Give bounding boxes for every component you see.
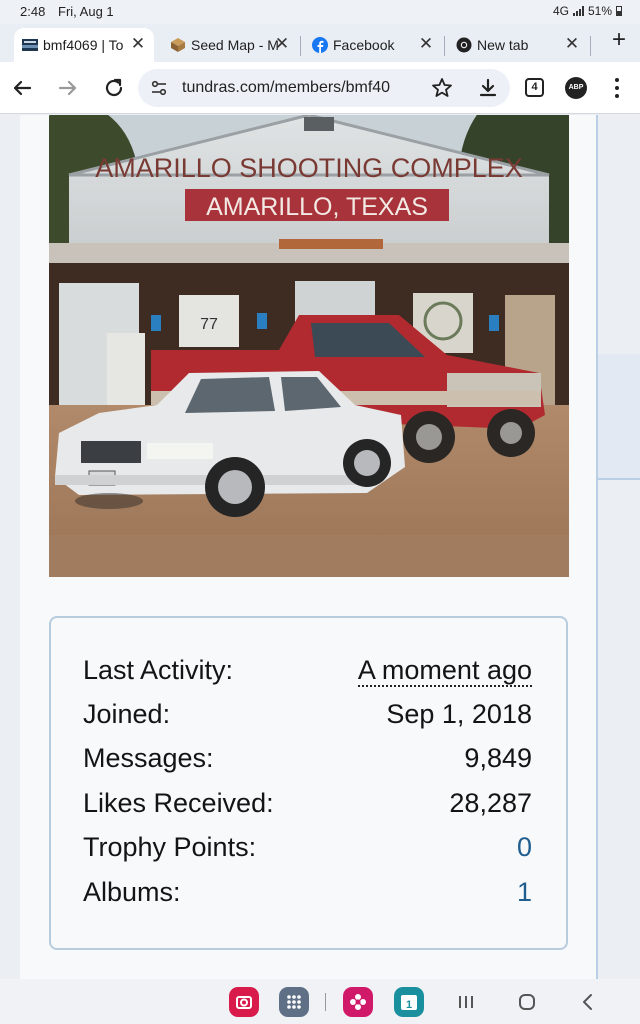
joined-value: Sep 1, 2018 — [386, 699, 532, 729]
facebook-favicon — [312, 37, 328, 53]
status-bar: 2:48 Fri, Aug 1 4G 51% — [0, 0, 640, 24]
tab-seed-map[interactable]: Seed Map - M ✕ — [162, 28, 298, 62]
status-date: Fri, Aug 1 — [58, 4, 114, 19]
stat-row-albums: Albums: 1 — [83, 877, 532, 913]
profile-banner-photo[interactable]: AMARILLO SHOOTING COMPLEX AMARILLO, TEXA… — [49, 115, 569, 577]
sidebar-panel — [598, 354, 640, 480]
stat-label: Likes Received: — [83, 788, 274, 818]
camera-glyph-icon — [236, 996, 252, 1009]
tab-divider — [590, 36, 591, 56]
albums-link[interactable]: 1 — [517, 877, 532, 908]
signal-icon — [572, 6, 584, 16]
tab-bmf4069[interactable]: bmf4069 | To ✕ — [14, 28, 154, 62]
calendar-day: 1 — [406, 999, 412, 1011]
right-sidebar — [596, 115, 640, 979]
tundras-favicon — [22, 39, 38, 51]
battery-icon — [616, 6, 622, 16]
likes-received-value: 28,287 — [449, 788, 532, 818]
site-settings-icon[interactable] — [150, 79, 168, 97]
status-indicators: 4G 51% — [553, 4, 622, 18]
calendar-glyph-icon: 1 — [401, 995, 417, 1011]
shooting-complex-photo: AMARILLO SHOOTING COMPLEX AMARILLO, TEXA… — [49, 115, 569, 577]
gallery-app-icon[interactable] — [343, 987, 373, 1017]
adblock-plus-icon[interactable]: ABP — [565, 77, 587, 99]
status-time: 2:48 — [20, 4, 46, 19]
chrome-favicon — [456, 37, 472, 53]
home-button-icon[interactable] — [514, 989, 540, 1015]
stat-label: Last Activity: — [83, 655, 234, 685]
sign-line-2: AMARILLO, TEXAS — [206, 193, 428, 221]
network-type: 4G — [552, 4, 569, 18]
messages-value: 9,849 — [464, 743, 532, 773]
device-screen: 2:48 Fri, Aug 1 4G 51% bmf4069 | To ✕ Se… — [0, 0, 640, 1024]
download-icon[interactable] — [476, 76, 500, 100]
stat-label: Joined: — [83, 699, 171, 729]
grid-dots-icon — [287, 995, 301, 1009]
tab-title: Facebook — [333, 37, 395, 53]
browser-toolbar: tundras.com/members/bmf40 4 ABP — [0, 62, 640, 114]
back-arrow-icon[interactable] — [10, 76, 34, 100]
close-tab-icon[interactable]: ✕ — [564, 35, 580, 52]
stat-row-last-activity: Last Activity: A moment ago — [83, 655, 532, 691]
tab-title: Seed Map - M — [191, 37, 279, 53]
tab-facebook[interactable]: Facebook ✕ — [304, 28, 442, 62]
more-menu-icon[interactable] — [614, 76, 620, 100]
stat-row-trophy-points: Trophy Points: 0 — [83, 832, 532, 868]
camera-app-icon[interactable] — [229, 987, 259, 1017]
tab-strip: bmf4069 | To ✕ Seed Map - M ✕ Facebook ✕… — [0, 24, 640, 62]
recent-apps-icon[interactable] — [453, 989, 479, 1015]
url-text: tundras.com/members/bmf40 — [182, 79, 391, 96]
tab-title: bmf4069 | To — [43, 37, 124, 53]
reload-icon[interactable] — [102, 76, 126, 100]
forward-arrow-icon[interactable] — [56, 76, 80, 100]
close-tab-icon[interactable]: ✕ — [418, 35, 434, 52]
tab-new-tab[interactable]: New tab ✕ — [448, 28, 588, 62]
dock-divider — [325, 993, 326, 1011]
sign-line-1: AMARILLO SHOOTING COMPLEX — [95, 153, 523, 183]
stat-label: Albums: — [83, 877, 181, 907]
stat-label: Messages: — [83, 743, 214, 773]
stat-row-messages: Messages: 9,849 — [83, 743, 532, 779]
page-viewport[interactable]: AMARILLO SHOOTING COMPLEX AMARILLO, TEXA… — [0, 115, 640, 979]
member-stats-card: Last Activity: A moment ago Joined: Sep … — [49, 616, 568, 950]
android-navigation-bar: 1 — [0, 979, 640, 1024]
close-tab-icon[interactable]: ✕ — [130, 35, 146, 52]
calendar-app-icon[interactable]: 1 — [394, 987, 424, 1017]
address-bar[interactable]: tundras.com/members/bmf40 — [138, 69, 510, 107]
tab-title: New tab — [477, 37, 529, 53]
bookmark-star-icon[interactable] — [430, 76, 454, 100]
stat-row-joined: Joined: Sep 1, 2018 — [83, 699, 532, 735]
last-activity-value[interactable]: A moment ago — [357, 655, 532, 687]
door-sign: 77 — [200, 316, 218, 333]
back-nav-icon[interactable] — [575, 989, 601, 1015]
stat-row-likes-received: Likes Received: 28,287 — [83, 788, 532, 824]
seed-map-favicon — [171, 38, 185, 52]
tab-switcher-button[interactable]: 4 — [525, 78, 544, 97]
tab-divider — [444, 36, 445, 56]
new-tab-plus-icon[interactable]: + — [612, 28, 626, 52]
battery-percent: 51% — [587, 4, 612, 18]
tab-divider — [300, 36, 301, 56]
app-drawer-icon[interactable] — [279, 987, 309, 1017]
trophy-points-link[interactable]: 0 — [517, 832, 532, 863]
flower-icon — [350, 994, 366, 1010]
stat-label: Trophy Points: — [83, 832, 257, 862]
close-tab-icon[interactable]: ✕ — [274, 35, 290, 52]
